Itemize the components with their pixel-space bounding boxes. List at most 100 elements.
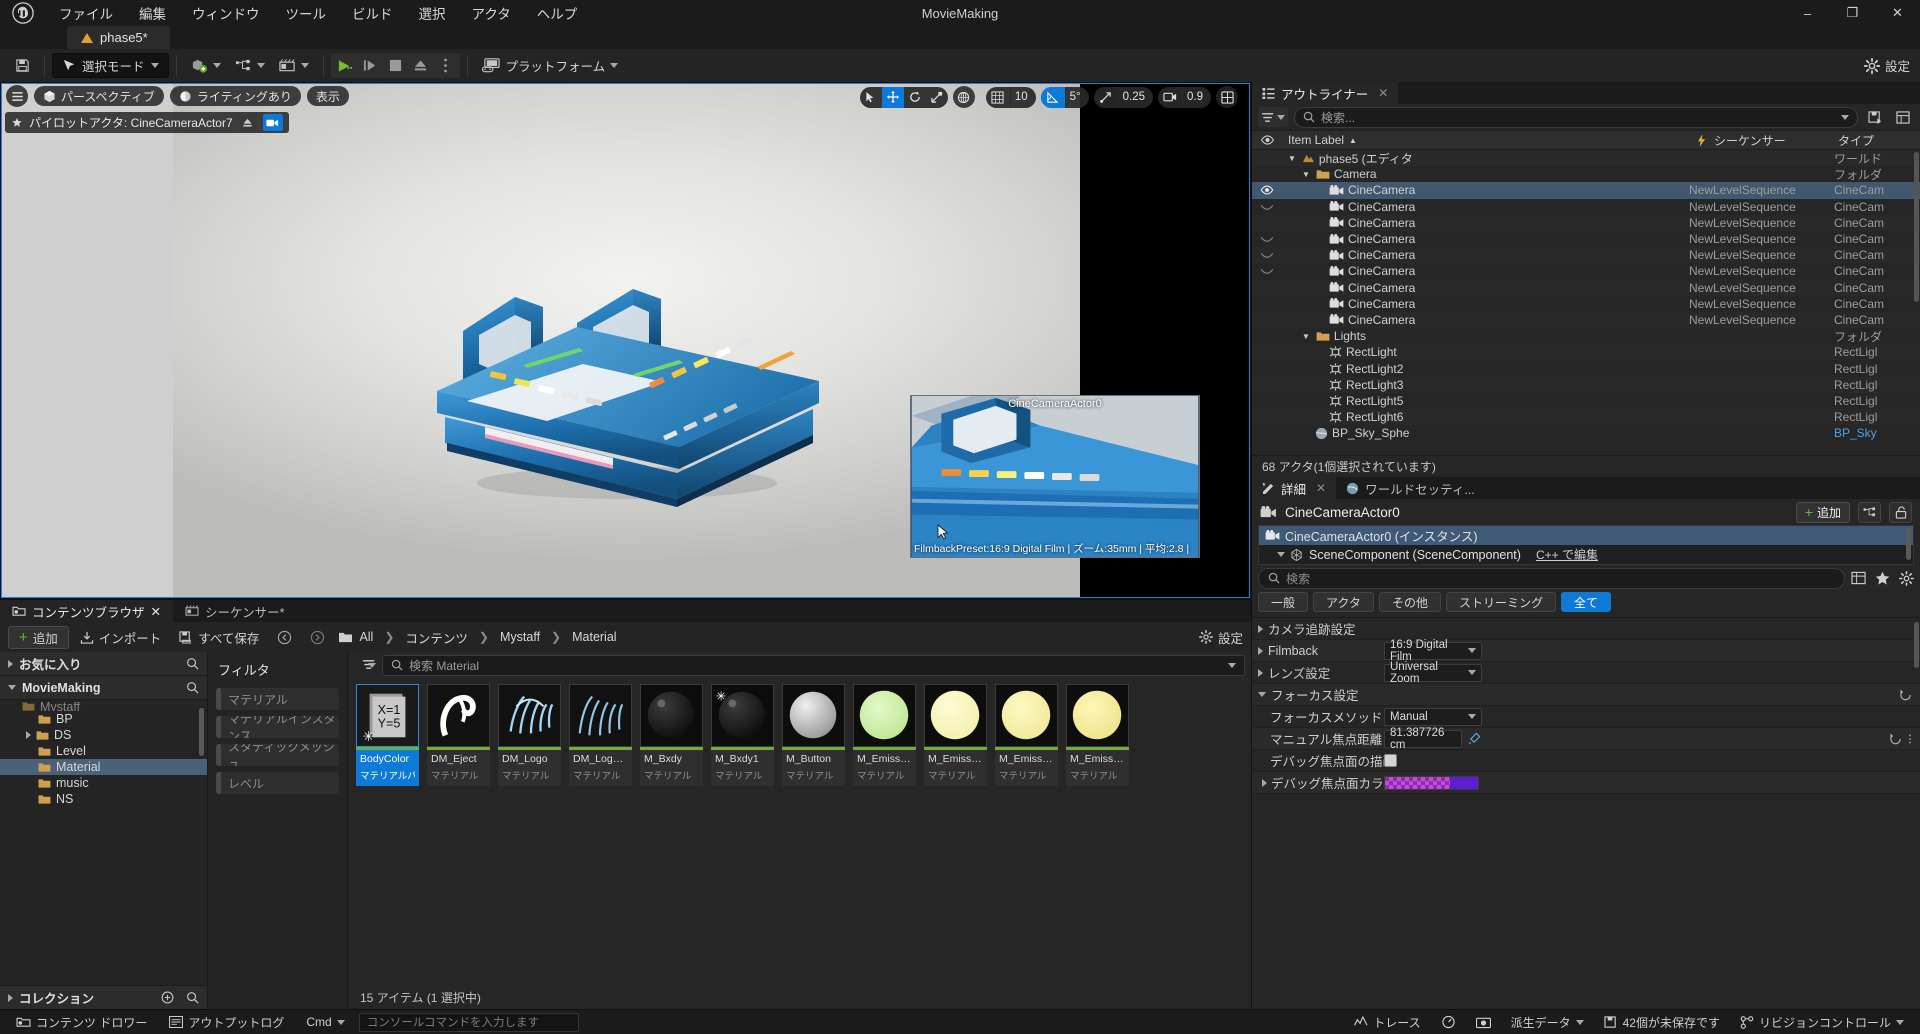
table-row[interactable]: CineCamera NewLevelSequence CineCam (1252, 231, 1920, 247)
project-header[interactable]: MovieMaking (0, 676, 207, 700)
details-scrollbar[interactable] (1914, 622, 1919, 668)
derived-data-button[interactable]: 派生データ (1503, 1012, 1592, 1032)
tab-content-browser[interactable]: コンテンツブラウザ ✕ (0, 600, 173, 622)
visibility-column-header[interactable] (1252, 135, 1282, 145)
asset-tile[interactable]: X=1 Y=5 ✳ BodyColor マテリアルパ... (356, 684, 419, 985)
eyedropper-icon[interactable] (1468, 732, 1481, 745)
outliner-item[interactable]: CineCamera (1282, 200, 1689, 214)
type-column-header[interactable]: タイプ (1834, 132, 1920, 149)
tree-item-level[interactable]: Level (0, 743, 207, 759)
menu-select[interactable]: 選択 (406, 0, 459, 27)
chevron-right-icon[interactable] (1258, 668, 1263, 677)
viewport-layout-button[interactable] (1216, 86, 1238, 108)
unreal-logo-icon[interactable] (0, 0, 46, 26)
save-button[interactable] (8, 53, 37, 78)
tree-item-mystaff[interactable]: Mystaff (0, 702, 207, 711)
blueprint-button[interactable] (228, 53, 272, 78)
asset-tile[interactable]: DM_Logo_Ione マテリアル (569, 684, 632, 985)
angle-snap-value[interactable]: 5° (1064, 86, 1089, 108)
table-row[interactable]: ▼ Lights フォルダ (1252, 328, 1920, 344)
asset-search-input[interactable]: 検索 Material (382, 654, 1245, 676)
tree-item-bp[interactable]: BP (0, 711, 207, 727)
filmback-dropdown[interactable]: 16:9 Digital Film (1384, 639, 1482, 663)
outliner-item[interactable]: CineCamera (1282, 248, 1689, 262)
cb-settings-button[interactable]: 設定 (1199, 628, 1243, 647)
outliner-item[interactable]: CineCamera (1282, 313, 1689, 327)
outliner-item[interactable]: RectLight5 (1282, 394, 1689, 408)
table-row[interactable]: RectLight3 RectLigl (1252, 376, 1920, 393)
table-row[interactable]: CineCamera NewLevelSequence CineCam (1252, 199, 1920, 215)
visibility-toggle[interactable] (1252, 203, 1282, 211)
outliner-item[interactable]: RectLight3 (1282, 378, 1689, 392)
asset-tile[interactable]: DM_Eject マテリアル (427, 684, 490, 985)
toolbar-settings-button[interactable]: 設定 (1863, 56, 1910, 75)
tree-item-material[interactable]: Material (0, 759, 207, 775)
outliner-item[interactable]: ▼ Lights (1282, 329, 1689, 343)
property-row[interactable]: マニュアル焦点距離 81.387726 cm (1252, 727, 1920, 751)
property-row[interactable]: カメラ追跡設定 (1252, 618, 1920, 640)
outliner-item[interactable]: ▼ phase5 (エディタ (1282, 150, 1689, 167)
tree-item-ns[interactable]: NS (0, 791, 207, 807)
asset-tile[interactable]: DM_Logo マテリアル (498, 684, 561, 985)
breadcrumb-material[interactable]: Material (570, 630, 618, 644)
table-row[interactable]: CineCamera NewLevelSequence CineCam (1252, 296, 1920, 312)
add-collection-icon[interactable] (161, 991, 174, 1004)
breadcrumb-content[interactable]: コンテンツ (403, 628, 470, 647)
chevron-down-icon[interactable] (1228, 662, 1236, 668)
level-viewport[interactable]: パースペクティブ ライティングあり 表示 10 5° 0.25 0.9 パイロッ… (0, 82, 1251, 599)
unsaved-button[interactable]: 42個が未保存です (1596, 1012, 1728, 1032)
play-button[interactable] (333, 53, 358, 78)
reset-icon[interactable] (1889, 732, 1902, 745)
edit-cpp-link[interactable]: C++ で編集 (1536, 546, 1598, 563)
table-row[interactable]: RectLight5 RectLigl (1252, 393, 1920, 409)
outliner-settings-button[interactable] (1892, 107, 1914, 127)
component-scrollbar[interactable] (1906, 528, 1911, 560)
outliner-item[interactable]: BP_Sky_Sphe (1282, 426, 1689, 440)
outliner-scrollbar[interactable] (1914, 152, 1919, 302)
table-row[interactable]: CineCamera NewLevelSequence CineCam (1252, 247, 1920, 264)
scale-snap-control[interactable]: 0.25 (1093, 86, 1153, 108)
step-button[interactable] (358, 53, 383, 78)
filter-material-instance[interactable]: マテリアルインスタンス (216, 716, 339, 738)
table-row[interactable]: ▼ phase5 (エディタ ワールド (1252, 150, 1920, 167)
grid-snap-value[interactable]: 10 (1009, 86, 1036, 108)
viewport-lighting-dropdown[interactable]: ライティングあり (169, 86, 301, 106)
expander-icon[interactable]: ▼ (1288, 154, 1296, 163)
details-tab-actor[interactable]: アクタ (1313, 592, 1374, 612)
outliner-item[interactable]: CineCamera (1282, 183, 1689, 197)
outliner-item[interactable]: CineCamera (1282, 216, 1689, 230)
pilot-actor-bar[interactable]: パイロットアクタ: CineCameraActor7 (5, 112, 289, 133)
details-blueprint-button[interactable] (1858, 501, 1881, 523)
search-icon[interactable] (186, 681, 199, 694)
camera-speed-control[interactable]: 0.9 (1158, 86, 1211, 108)
table-row[interactable]: CineCamera NewLevelSequence CineCam (1252, 311, 1920, 329)
column-layout-icon[interactable] (1851, 571, 1866, 585)
visibility-toggle[interactable] (1252, 185, 1282, 195)
debug-focus-plane-color-swatch[interactable] (1384, 775, 1479, 790)
console-command-input[interactable]: コンソールコマンドを入力します (358, 1012, 579, 1032)
close-icon[interactable]: ✕ (151, 604, 161, 619)
scale-snap-value[interactable]: 0.25 (1117, 86, 1153, 108)
details-tab-misc[interactable]: その他 (1378, 592, 1441, 612)
cb-nav-forward-button[interactable] (303, 626, 332, 649)
add-actor-button[interactable] (184, 53, 228, 78)
expander-icon[interactable]: ▼ (1302, 170, 1310, 179)
performance-button[interactable] (1433, 1012, 1464, 1032)
debug-focus-plane-checkbox[interactable] (1384, 754, 1397, 767)
breadcrumb-all[interactable]: All (357, 630, 375, 644)
viewport-show-dropdown[interactable]: 表示 (306, 86, 349, 106)
details-lock-button[interactable] (1889, 501, 1912, 523)
chevron-right-icon[interactable] (1258, 646, 1263, 655)
visibility-toggle[interactable] (1252, 235, 1282, 243)
asset-tile[interactable]: M_Emission4 マテリアル (1066, 684, 1129, 985)
outliner-item[interactable]: CineCamera (1282, 281, 1689, 295)
angle-snap-control[interactable]: 5° (1040, 86, 1089, 108)
property-row[interactable]: Filmback 16:9 Digital Film (1252, 639, 1920, 663)
close-icon[interactable]: ✕ (1378, 86, 1388, 100)
filter-material[interactable]: マテリアル (216, 688, 339, 710)
lens-settings-dropdown[interactable]: Universal Zoom (1384, 661, 1482, 685)
viewport-menu-button[interactable] (6, 85, 28, 107)
outliner-item[interactable]: CineCamera (1282, 297, 1689, 311)
coordinate-space-button[interactable] (952, 86, 975, 108)
table-row[interactable]: CineCamera NewLevelSequence CineCam (1252, 263, 1920, 279)
